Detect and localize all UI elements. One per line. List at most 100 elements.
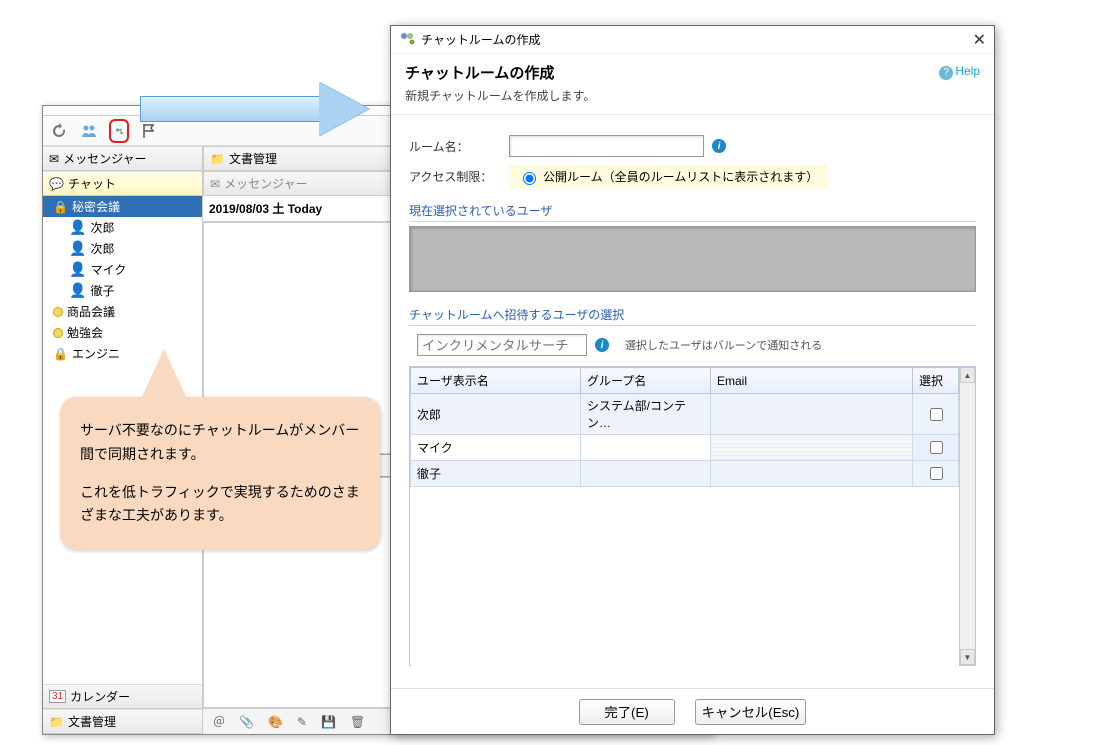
invite-user-table-wrap: ユーザ表示名 グループ名 Email 選択 次郎 システム部/コンテン… — [409, 366, 976, 666]
cell-group: システム部/コンテン… — [581, 394, 711, 435]
chat-user-item[interactable]: 👤次郎 — [43, 217, 202, 238]
table-row[interactable]: 徹子 — [411, 461, 959, 487]
cell-group — [581, 461, 711, 487]
close-icon[interactable]: ✕ — [973, 30, 986, 50]
incremental-search-input[interactable] — [417, 334, 587, 356]
chat-user-item[interactable]: 👤マイク — [43, 259, 202, 280]
dialog-window-title: チャットルームの作成 — [421, 31, 541, 48]
create-chatroom-icon[interactable] — [109, 119, 129, 143]
table-row[interactable]: マイク — [411, 435, 959, 461]
table-scrollbar[interactable]: ▲ ▼ — [959, 367, 975, 665]
docs-label: 文書管理 — [68, 713, 116, 730]
mail-icon: ✉ — [49, 152, 59, 166]
col-select[interactable]: 選択 — [913, 368, 959, 394]
cell-user: 徹子 — [411, 461, 581, 487]
col-user[interactable]: ユーザ表示名 — [411, 368, 581, 394]
selected-users-legend: 現在選択されているユーザ — [409, 202, 976, 222]
sidebar-section-messenger[interactable]: ✉ メッセンジャー — [43, 146, 202, 171]
chat-room-label: エンジニ — [72, 345, 120, 362]
scroll-down-icon[interactable]: ▼ — [960, 649, 975, 665]
refresh-icon[interactable] — [49, 123, 69, 139]
cell-select — [913, 461, 959, 487]
row-select-checkbox[interactable] — [930, 441, 943, 454]
users-icon[interactable] — [79, 123, 99, 139]
edit-icon[interactable]: ✎ — [297, 715, 307, 729]
user-avatar-icon: 👤 — [69, 219, 86, 236]
invite-note: 選択したユーザはバルーンで通知される — [625, 337, 822, 353]
row-select-checkbox[interactable] — [930, 467, 943, 480]
cell-select — [913, 394, 959, 435]
access-public-radio[interactable] — [523, 172, 536, 185]
folder-icon: 📁 — [210, 152, 225, 166]
sidebar-section-chat[interactable]: 💬 チャット — [43, 171, 202, 196]
help-icon: ? — [939, 66, 953, 80]
mention-icon[interactable]: ＠ — [213, 713, 225, 730]
palette-icon[interactable]: 🎨 — [268, 715, 283, 729]
access-label: アクセス制限： — [409, 168, 509, 185]
chat-user-item[interactable]: 👤徹子 — [43, 280, 202, 301]
cell-user: マイク — [411, 435, 581, 461]
sidebar-section-calendar[interactable]: 31 カレンダー — [43, 684, 202, 709]
ok-button[interactable]: 完了(E) — [579, 699, 675, 725]
dialog-title-icon — [399, 30, 415, 49]
room-name-input[interactable] — [509, 135, 704, 157]
invite-user-table: ユーザ表示名 グループ名 Email 選択 次郎 システム部/コンテン… — [410, 367, 959, 688]
sidebar-section-docs[interactable]: 📁 文書管理 — [43, 709, 202, 734]
user-avatar-icon: 👤 — [69, 240, 86, 257]
col-email[interactable]: Email — [711, 368, 913, 394]
cell-email — [711, 435, 913, 461]
callout-p2: これを低トラフィックで実現するためのさまざまな工夫があります。 — [80, 481, 360, 529]
tab-messenger-label: メッセンジャー — [224, 175, 307, 192]
room-name-label: ルーム名： — [409, 138, 509, 155]
cancel-button[interactable]: キャンセル(Esc) — [695, 699, 807, 725]
chat-user-label: 次郎 — [90, 240, 114, 257]
chat-label: チャット — [68, 175, 116, 192]
room-status-icon — [53, 328, 63, 338]
chat-user-item[interactable]: 👤次郎 — [43, 238, 202, 259]
chat-room-product[interactable]: 商品会議 — [43, 301, 202, 322]
chat-room-secret[interactable]: 🔒 秘密会議 — [43, 196, 202, 217]
dialog-subheading: 新規チャットルームを作成します。 — [405, 87, 980, 104]
lock-icon: 🔒 — [53, 347, 68, 361]
calendar-label: カレンダー — [70, 688, 130, 705]
cell-email — [711, 461, 913, 487]
attach-icon[interactable]: 📎 — [239, 715, 254, 729]
invite-legend: チャットルームへ招待するユーザの選択 — [409, 306, 976, 326]
chat-bubble-icon: 💬 — [49, 177, 64, 191]
user-avatar-icon: 👤 — [69, 282, 86, 299]
dialog-heading: チャットルームの作成 — [405, 62, 980, 83]
trash-icon[interactable]: 🗑 — [350, 715, 365, 729]
dialog-footer: 完了(E) キャンセル(Esc) — [391, 688, 994, 734]
info-icon[interactable]: i — [595, 338, 609, 352]
scroll-up-icon[interactable]: ▲ — [960, 367, 975, 383]
cell-email — [711, 394, 913, 435]
cell-select — [913, 435, 959, 461]
callout-p1: サーバ不要なのにチャットルームがメンバー間で同期されます。 — [80, 419, 360, 467]
mail-icon: ✉ — [210, 177, 220, 191]
cell-user: 次郎 — [411, 394, 581, 435]
access-value: 公開ルーム（全員のルームリストに表示されます） — [509, 165, 827, 188]
chat-user-label: 徹子 — [90, 282, 114, 299]
access-value-text: 公開ルーム（全員のルームリストに表示されます） — [543, 168, 818, 185]
chat-room-secret-label: 秘密会議 — [72, 198, 120, 215]
dialog-titlebar: チャットルームの作成 ✕ — [391, 26, 994, 54]
chat-user-label: マイク — [90, 261, 126, 278]
chat-room-study[interactable]: 勉強会 — [43, 322, 202, 343]
dialog-body: ルーム名： i アクセス制限： 公開ルーム（全員のルームリストに表示されます） … — [391, 115, 994, 688]
invite-fieldset: チャットルームへ招待するユーザの選択 i 選択したユーザはバルーンで通知される … — [409, 306, 976, 666]
pointer-arrow — [140, 82, 390, 136]
selected-users-box — [409, 226, 976, 292]
col-group[interactable]: グループ名 — [581, 368, 711, 394]
row-select-checkbox[interactable] — [930, 408, 943, 421]
calendar-icon: 31 — [49, 690, 66, 703]
help-link[interactable]: ?Help — [939, 64, 980, 80]
user-avatar-icon: 👤 — [69, 261, 86, 278]
save-icon[interactable]: 💾 — [321, 715, 336, 729]
chat-room-label: 勉強会 — [67, 324, 103, 341]
info-icon[interactable]: i — [712, 139, 726, 153]
folder-icon: 📁 — [49, 715, 64, 729]
table-row[interactable]: 次郎 システム部/コンテン… — [411, 394, 959, 435]
messenger-label: メッセンジャー — [63, 150, 146, 167]
tab-docs-label: 文書管理 — [229, 150, 277, 167]
selected-users-fieldset: 現在選択されているユーザ — [409, 202, 976, 292]
